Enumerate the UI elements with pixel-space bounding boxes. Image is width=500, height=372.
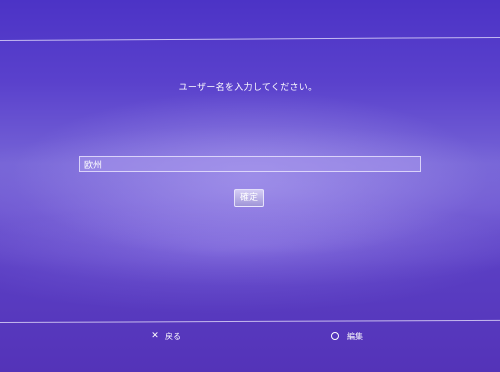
bottom-divider <box>0 319 500 323</box>
circle-icon <box>331 332 339 340</box>
cross-icon: ✕ <box>151 331 159 341</box>
confirm-button[interactable]: 確定 <box>234 189 264 207</box>
edit-hint[interactable]: 編集 <box>330 330 363 342</box>
page-title: ユーザー名を入力してください。 <box>178 83 318 93</box>
user-name-entry-screen: ユーザー名を入力してください。 確定 ✕ 戻る 編集 <box>0 0 500 372</box>
back-hint[interactable]: ✕ 戻る <box>150 330 181 342</box>
background-wave <box>0 200 500 290</box>
edit-label: 編集 <box>347 331 363 341</box>
back-label: 戻る <box>165 331 181 341</box>
top-divider <box>0 36 500 41</box>
user-name-input[interactable] <box>79 156 421 172</box>
